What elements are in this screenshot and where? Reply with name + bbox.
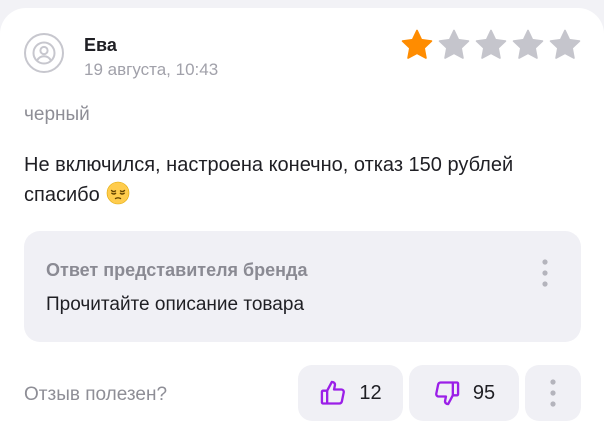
brand-reply-title: Ответ представителя бренда — [46, 260, 308, 280]
dislike-button[interactable]: 95 — [409, 365, 519, 421]
thumbs-up-icon — [321, 380, 346, 405]
star-empty-icon — [549, 29, 581, 59]
helpful-question: Отзыв полезен? — [24, 384, 168, 405]
vertical-dots-icon — [550, 379, 556, 407]
product-variant: черный — [24, 104, 90, 125]
review-text: Не включился, настроена конечно, отказ 1… — [24, 150, 584, 210]
like-button[interactable]: 12 — [298, 365, 403, 421]
review-card: Ева 19 августа, 10:43 черный Не включилс… — [0, 8, 604, 445]
user-avatar-icon — [32, 41, 56, 65]
star-rating — [400, 28, 582, 62]
review-text-line: спасибо — [24, 180, 584, 210]
star-empty-icon — [475, 29, 507, 59]
review-text-line: Не включился, настроена конечно, отказ 1… — [24, 154, 514, 176]
thumbs-down-icon — [434, 381, 460, 406]
dislike-count: 95 — [472, 381, 496, 404]
review-text-thanks: спасибо — [24, 184, 100, 206]
star-empty-icon — [512, 29, 544, 59]
pensive-face-emoji-icon — [106, 181, 130, 205]
brand-reply: Ответ представителя бренда Прочитайте оп… — [24, 231, 581, 342]
star-empty-icon — [438, 29, 470, 59]
avatar[interactable] — [24, 33, 64, 73]
review-author-name: Ева — [84, 35, 117, 55]
like-count: 12 — [359, 381, 382, 404]
brand-reply-text: Прочитайте описание товара — [46, 294, 305, 315]
star-filled-icon — [401, 29, 433, 59]
brand-reply-more-icon[interactable] — [537, 258, 553, 288]
review-more-button[interactable] — [525, 365, 581, 421]
review-date: 19 августа, 10:43 — [84, 60, 219, 79]
